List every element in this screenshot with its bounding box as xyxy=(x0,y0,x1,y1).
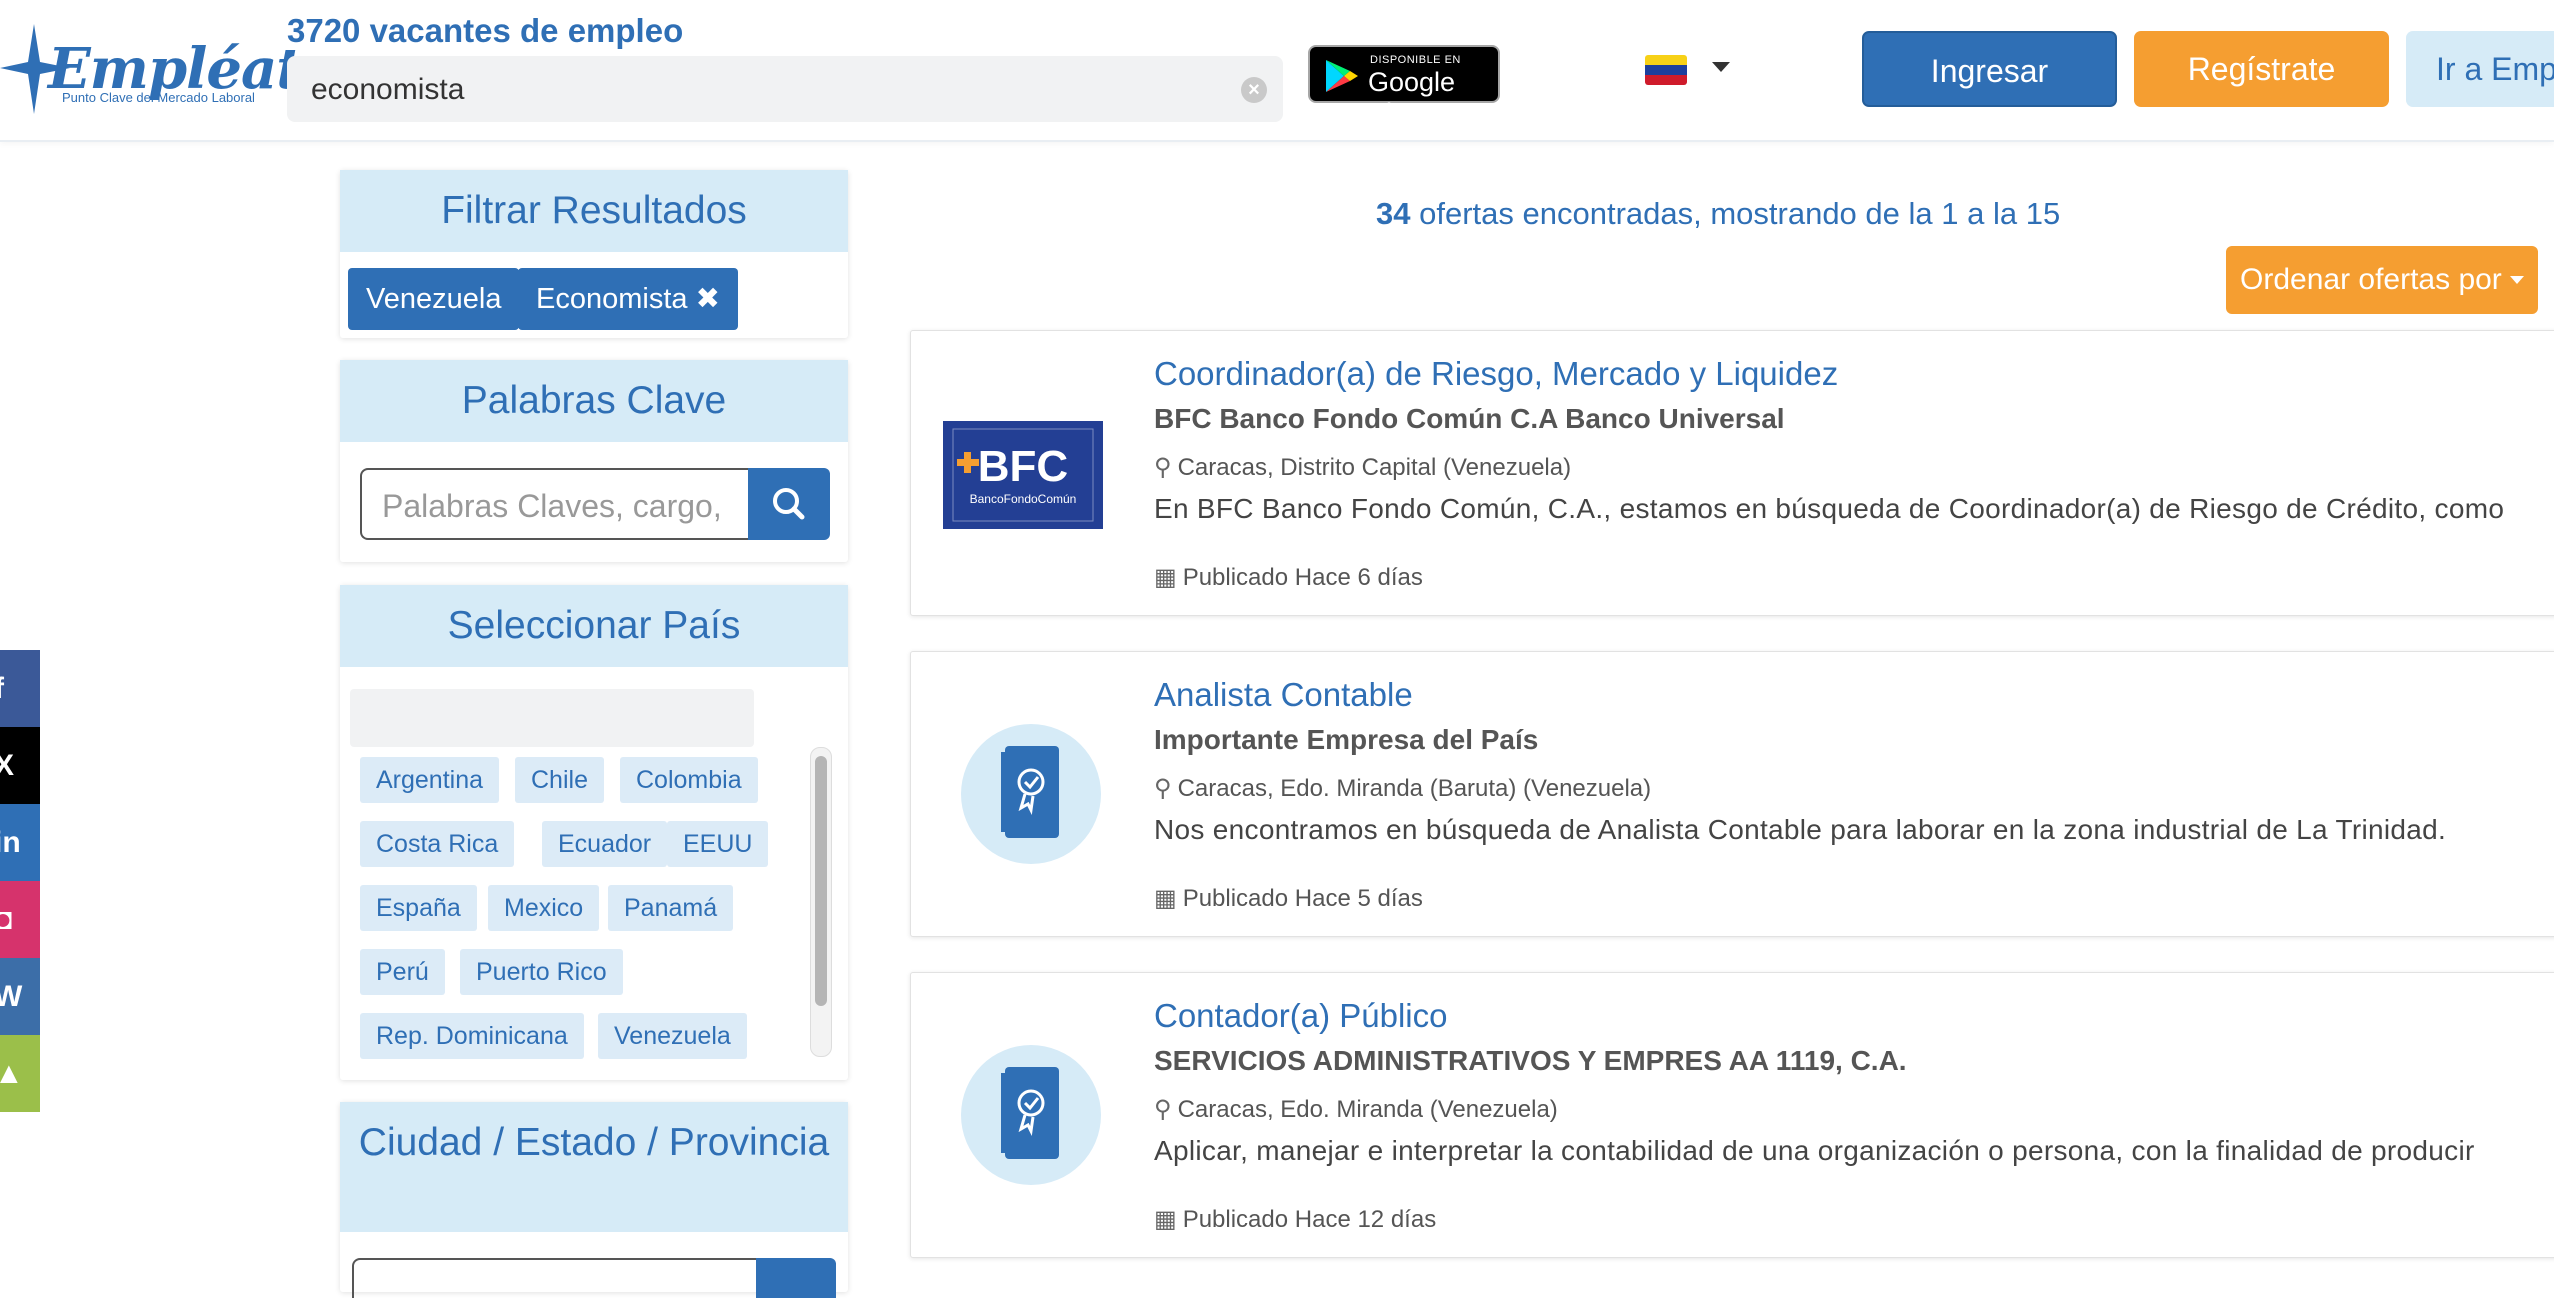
country-chip-panama[interactable]: Panamá xyxy=(608,885,734,931)
job-description: En BFC Banco Fondo Común, C.A., estamos … xyxy=(1154,493,2505,524)
x-share-button[interactable]: X xyxy=(0,727,40,804)
country-panel: Seleccionar País Argentina Chile Colombi… xyxy=(340,585,848,1080)
document-badge-icon xyxy=(1001,1067,1059,1159)
instagram-share-button[interactable]: ◘ xyxy=(0,881,40,958)
x-icon: X xyxy=(0,749,15,782)
filter-tag-venezuela[interactable]: Venezuela xyxy=(348,268,520,330)
country-chip-chile[interactable]: Chile xyxy=(515,757,604,803)
country-scrollbar[interactable] xyxy=(810,747,832,1057)
country-chip-argentina[interactable]: Argentina xyxy=(360,757,500,803)
keywords-title: Palabras Clave xyxy=(340,360,848,442)
job-company: BFC Banco Fondo Común C.A Banco Universa… xyxy=(1154,403,1785,434)
results-summary: 34 ofertas encontradas, mostrando de la … xyxy=(1376,196,2060,232)
country-chip-mexico[interactable]: Mexico xyxy=(488,885,600,931)
map-marker-icon: ⚲ xyxy=(1154,775,1172,802)
wordpress-icon: W xyxy=(0,980,23,1013)
country-chip-ecuador[interactable]: Ecuador xyxy=(542,821,668,867)
job-description: Nos encontramos en búsqueda de Analista … xyxy=(1154,814,2447,845)
filter-tag-economista[interactable]: Economista ✖ xyxy=(518,268,738,330)
bfc-logo-text: BFC xyxy=(978,442,1068,491)
search-icon xyxy=(773,488,805,520)
keywords-input[interactable]: Palabras Claves, cargo, xyxy=(360,468,750,540)
job-description: Aplicar, manejar e interpretar la contab… xyxy=(1154,1135,2475,1166)
results-count: 34 xyxy=(1376,196,1411,231)
login-button[interactable]: Ingresar xyxy=(1862,31,2117,107)
register-button[interactable]: Regístrate xyxy=(2134,31,2389,107)
job-company: SERVICIOS ADMINISTRATIVOS Y EMPRES AA 11… xyxy=(1154,1045,1907,1076)
job-company: Importante Empresa del País xyxy=(1154,724,1539,755)
city-input[interactable] xyxy=(352,1258,762,1298)
vacancies-count: 3720 vacantes de empleo xyxy=(287,12,684,49)
google-play-icon xyxy=(1326,60,1358,92)
keywords-search-button[interactable] xyxy=(748,468,830,540)
job-search-input[interactable]: economista × xyxy=(287,56,1283,122)
job-title-link[interactable]: Contador(a) Público xyxy=(1154,997,1448,1035)
country-chip-espana[interactable]: España xyxy=(360,885,477,931)
job-location: ⚲ Caracas, Distrito Capital (Venezuela) xyxy=(1154,454,1572,481)
job-date: ▦ Publicado Hace 12 días xyxy=(1154,1206,1437,1233)
country-dropdown-caret-icon[interactable] xyxy=(1712,62,1730,72)
country-title: Seleccionar País xyxy=(340,585,848,667)
default-company-logo xyxy=(961,1045,1101,1185)
instagram-icon: ◘ xyxy=(0,903,13,936)
bfc-company-logo: BFC BancoFondoComún xyxy=(943,421,1103,529)
gplay-big-text: Google Play xyxy=(1368,67,1456,128)
calendar-icon: ▦ xyxy=(1154,1206,1177,1233)
bfc-logo-image: BFC BancoFondoComún xyxy=(952,428,1094,522)
gplay-small-text: DISPONIBLE EN xyxy=(1370,54,1461,66)
document-badge-icon xyxy=(1001,746,1059,838)
keywords-placeholder: Palabras Claves, cargo, xyxy=(382,488,722,524)
default-company-logo xyxy=(961,724,1101,864)
sort-offers-label: Ordenar ofertas por xyxy=(2240,263,2502,296)
sort-caret-icon xyxy=(2510,276,2524,284)
linkedin-share-button[interactable]: in xyxy=(0,804,40,881)
job-location: ⚲ Caracas, Edo. Miranda (Venezuela) xyxy=(1154,1096,1558,1123)
android-share-button[interactable]: ▲ xyxy=(0,1035,40,1112)
facebook-share-button[interactable]: f xyxy=(0,650,40,727)
results-summary-text: ofertas encontradas, mostrando de la 1 a… xyxy=(1419,196,2061,231)
site-logo[interactable]: Empléate Punto Clave del Mercado Laboral xyxy=(0,14,337,114)
wordpress-share-button[interactable]: W xyxy=(0,958,40,1035)
country-chip-eeuu[interactable]: EEUU xyxy=(667,821,769,867)
job-title-link[interactable]: Coordinador(a) de Riesgo, Mercado y Liqu… xyxy=(1154,355,1838,393)
job-date: ▦ Publicado Hace 5 días xyxy=(1154,885,1423,912)
job-date: ▦ Publicado Hace 6 días xyxy=(1154,564,1423,591)
calendar-icon: ▦ xyxy=(1154,885,1177,912)
map-marker-icon: ⚲ xyxy=(1154,454,1172,481)
country-scrollbar-thumb[interactable] xyxy=(815,756,827,1006)
job-title-link[interactable]: Analista Contable xyxy=(1154,676,1413,714)
job-card[interactable]: Contador(a) Público SERVICIOS ADMINISTRA… xyxy=(910,972,2554,1258)
google-play-badge[interactable]: DISPONIBLE EN Google Play xyxy=(1308,45,1500,128)
filter-results-title: Filtrar Resultados xyxy=(340,170,848,252)
filter-results-panel: Filtrar Resultados Venezuela Economista … xyxy=(340,170,848,338)
venezuela-flag-icon[interactable] xyxy=(1645,55,1687,85)
city-search-button[interactable] xyxy=(756,1258,836,1298)
city-panel: Ciudad / Estado / Provincia xyxy=(340,1102,848,1298)
logo-tagline: Punto Clave del Mercado Laboral xyxy=(62,90,255,105)
bfc-logo-subtext: BancoFondoComún xyxy=(970,492,1077,506)
job-location: ⚲ Caracas, Edo. Miranda (Baruta) (Venezue… xyxy=(1154,775,1652,802)
facebook-icon: f xyxy=(0,672,4,706)
linkedin-icon: in xyxy=(0,826,21,859)
clear-search-icon[interactable]: × xyxy=(1241,77,1267,103)
calendar-icon: ▦ xyxy=(1154,564,1177,591)
country-chip-puerto-rico[interactable]: Puerto Rico xyxy=(460,949,623,995)
map-marker-icon: ⚲ xyxy=(1154,1096,1172,1123)
keywords-panel: Palabras Clave Palabras Claves, cargo, xyxy=(340,360,848,562)
country-chip-venezuela[interactable]: Venezuela xyxy=(598,1013,747,1059)
country-chip-colombia[interactable]: Colombia xyxy=(620,757,758,803)
sort-offers-button[interactable]: Ordenar ofertas por xyxy=(2226,246,2538,314)
companies-button[interactable]: Ir a Emp xyxy=(2406,31,2554,107)
top-header: Empléate Punto Clave del Mercado Laboral… xyxy=(0,0,2554,142)
country-chip-peru[interactable]: Perú xyxy=(360,949,445,995)
job-card[interactable]: BFC BancoFondoComún Coordinador(a) de Ri… xyxy=(910,330,2554,616)
search-value[interactable]: economista xyxy=(311,73,464,107)
android-icon: ▲ xyxy=(0,1057,24,1090)
country-chip-costa-rica[interactable]: Costa Rica xyxy=(360,821,515,867)
country-chip-rep-dominicana[interactable]: Rep. Dominicana xyxy=(360,1013,584,1059)
job-card[interactable]: Analista Contable Importante Empresa del… xyxy=(910,651,2554,937)
city-title: Ciudad / Estado / Provincia xyxy=(340,1102,848,1232)
country-filter-input[interactable] xyxy=(350,689,754,747)
